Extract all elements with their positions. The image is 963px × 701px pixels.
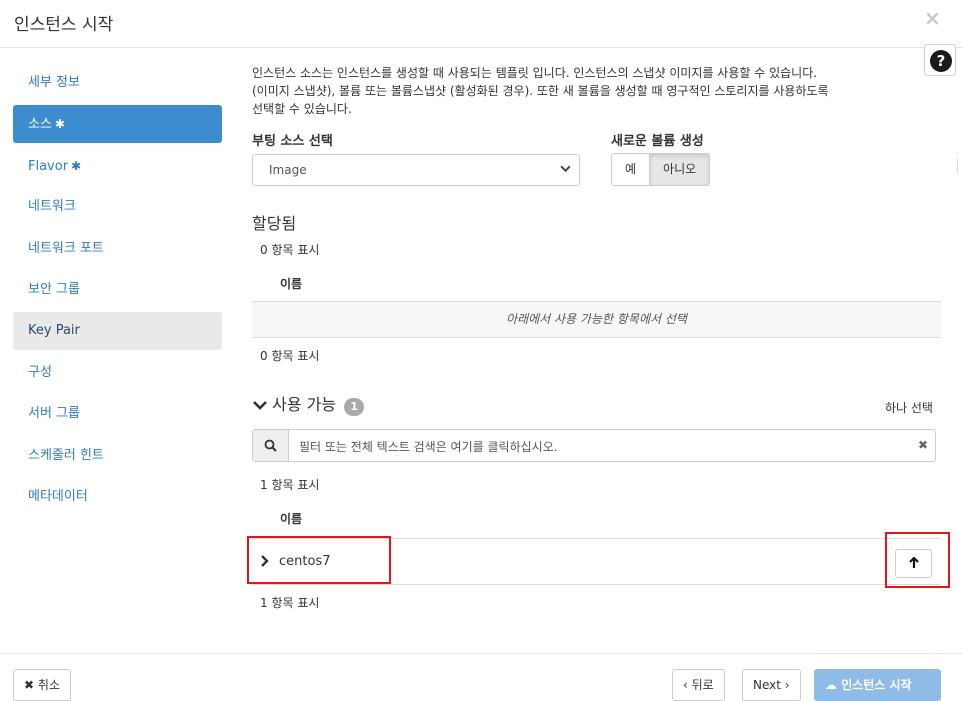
available-column-name: 이름 xyxy=(280,512,303,526)
next-button[interactable]: Next › xyxy=(742,669,801,701)
sidebar-item-details[interactable]: 세부 정보 xyxy=(13,64,222,102)
chevron-down-icon xyxy=(560,163,571,177)
sidebar-item-label: 소스 xyxy=(28,117,52,133)
new-volume-label: 새로운 볼륨 생성 xyxy=(611,134,704,149)
close-icon: ✖ xyxy=(24,678,35,692)
clear-icon[interactable]: ✖ xyxy=(918,438,928,452)
sidebar-item-label: 세부 정보 xyxy=(28,75,80,90)
sidebar-item-label: 스케줄러 힌트 xyxy=(28,447,104,463)
highlight-allocate-button xyxy=(885,532,950,588)
sidebar-item-label: 보안 그룹 xyxy=(28,281,80,297)
back-label: 뒤로 xyxy=(691,678,714,692)
next-label: Next xyxy=(753,678,781,692)
close-icon[interactable]: × xyxy=(924,8,941,28)
modal-header: 인스턴스 시작 × xyxy=(0,0,963,48)
sidebar-item-label: 네트워크 xyxy=(28,199,76,215)
search-input[interactable]: 필터 또는 전체 텍스트 검색은 여기를 클릭하십시오. xyxy=(299,438,558,455)
launch-label: 인스턴스 시작 xyxy=(841,678,912,692)
cloud-upload-icon: ☁ xyxy=(825,678,837,692)
chevron-down-icon xyxy=(252,398,268,416)
allocated-count-bottom: 0 항목 표시 xyxy=(260,349,320,363)
sidebar-item-scheduler-hints[interactable]: 스케줄러 힌트 xyxy=(13,437,222,475)
cancel-label: 취소 xyxy=(37,678,60,692)
sidebar-item-key-pair[interactable]: Key Pair xyxy=(13,312,222,351)
cancel-button[interactable]: ✖ 취소 xyxy=(13,669,71,701)
sidebar-item-flavor[interactable]: Flavor ✱ xyxy=(13,147,222,185)
required-icon: ✱ xyxy=(54,117,65,132)
available-count-badge: 1 xyxy=(344,398,365,416)
search-icon xyxy=(253,430,289,461)
new-volume-yes-button[interactable]: 예 xyxy=(611,153,651,186)
source-description: 인스턴스 소스는 인스턴스를 생성할 때 사용되는 템플릿 입니다. 인스턴스의… xyxy=(252,64,922,118)
description-line: 선택할 수 있습니다. xyxy=(252,102,352,116)
new-volume-toggle: 예 아니오 xyxy=(611,153,711,186)
description-line: 인스턴스 소스는 인스턴스를 생성할 때 사용되는 템플릿 입니다. 인스턴스의… xyxy=(252,66,818,80)
source-panel: 인스턴스 소스는 인스턴스를 생성할 때 사용되는 템플릿 입니다. 인스턴스의… xyxy=(252,64,942,610)
sidebar-item-label: 서버 그룹 xyxy=(28,406,80,422)
launch-instance-button[interactable]: ☁ 인스턴스 시작 xyxy=(814,669,941,701)
sidebar-item-label: 구성 xyxy=(28,364,52,380)
available-header[interactable]: 사용 가능 1 xyxy=(252,391,365,416)
boot-source-select[interactable]: Image xyxy=(252,154,580,186)
sidebar-item-metadata[interactable]: 메타데이터 xyxy=(13,478,222,516)
wizard-sidebar: 세부 정보 소스 ✱ Flavor ✱ 네트워크 네트워크 포트 보안 그룹 Key… xyxy=(13,64,222,519)
boot-source-label: 부팅 소스 선택 xyxy=(252,134,333,149)
highlight-row-name xyxy=(247,536,391,584)
description-line: (이미지 스냅샷), 볼륨 또는 볼륨스냅샷 (활성화된 경우). 또한 새 볼… xyxy=(252,84,829,98)
chevron-left-icon: ‹ xyxy=(683,678,688,692)
allocated-title: 할당됨 xyxy=(252,214,297,233)
sidebar-item-label: Key Pair xyxy=(28,323,80,339)
modal-footer: ✖ 취소 ‹ 뒤로 Next › ☁ 인스턴스 시작 xyxy=(0,653,963,701)
modal-title: 인스턴스 시작 xyxy=(14,15,114,35)
sidebar-item-label: 네트워크 포트 xyxy=(28,240,104,256)
chevron-right-icon: › xyxy=(784,678,790,692)
background-edge xyxy=(957,158,963,174)
boot-source-value: Image xyxy=(269,163,307,177)
sidebar-item-network[interactable]: 네트워크 xyxy=(13,188,222,226)
required-icon: ✱ xyxy=(71,158,82,173)
available-count-bottom: 1 항목 표시 xyxy=(260,596,320,610)
available-search-field[interactable]: 필터 또는 전체 텍스트 검색은 여기를 클릭하십시오. ✖ xyxy=(252,429,936,462)
sidebar-item-configuration[interactable]: 구성 xyxy=(13,354,222,392)
allocated-column-name: 이름 xyxy=(280,277,303,291)
sidebar-item-label: 메타데이터 xyxy=(28,488,88,504)
sidebar-item-network-ports[interactable]: 네트워크 포트 xyxy=(13,230,222,268)
back-button[interactable]: ‹ 뒤로 xyxy=(672,669,725,701)
allocated-count-top: 0 항목 표시 xyxy=(260,243,320,257)
allocated-empty-row: 아래에서 사용 가능한 항목에서 선택 xyxy=(252,301,941,338)
select-one-hint: 하나 선택 xyxy=(885,401,933,415)
sidebar-item-security-groups[interactable]: 보안 그룹 xyxy=(13,271,222,309)
available-title: 사용 가능 xyxy=(272,395,337,414)
sidebar-item-label: Flavor xyxy=(28,158,69,174)
sidebar-item-server-groups[interactable]: 서버 그룹 xyxy=(13,395,222,433)
available-count-top: 1 항목 표시 xyxy=(260,478,320,492)
sidebar-item-source[interactable]: 소스 ✱ xyxy=(13,105,222,144)
new-volume-no-button[interactable]: 아니오 xyxy=(650,153,711,186)
